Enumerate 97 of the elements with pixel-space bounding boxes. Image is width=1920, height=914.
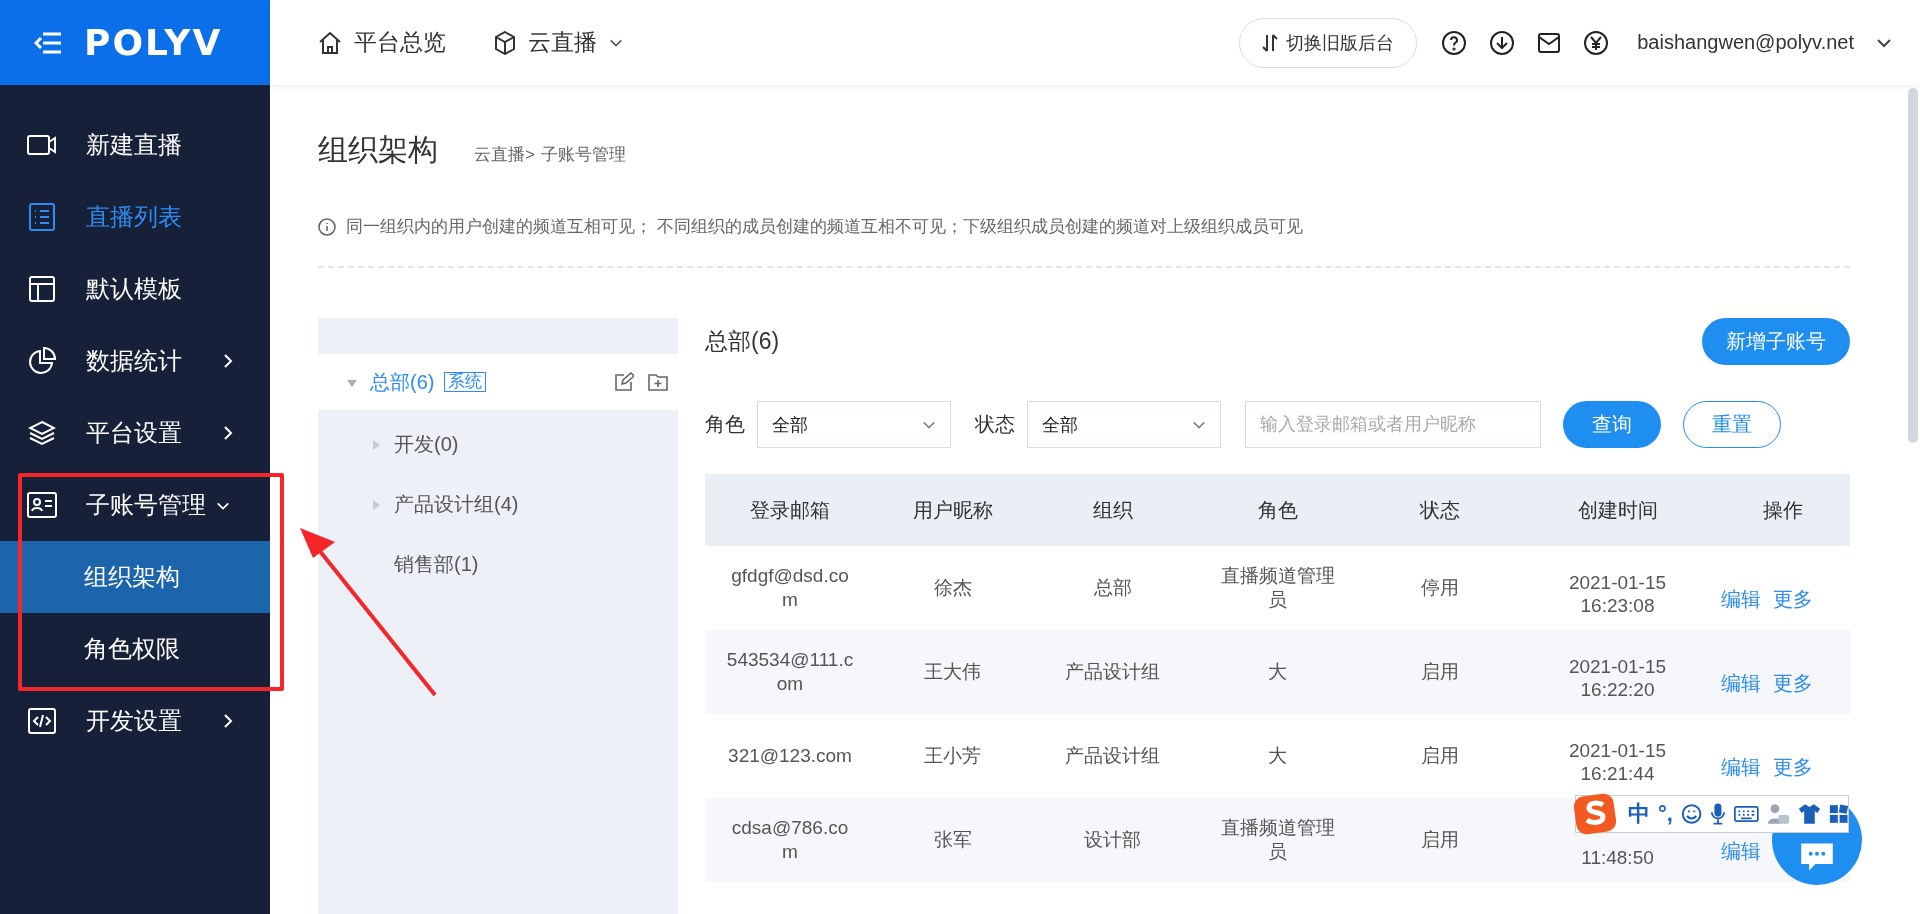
code-icon [28, 708, 56, 734]
action-link[interactable]: 编辑 [1721, 756, 1761, 778]
menu-icon[interactable] [34, 30, 62, 55]
column-header: 登录邮箱 [705, 474, 875, 546]
table-cell: 大 [1268, 745, 1287, 767]
table-cell: 徐杰 [933, 577, 972, 599]
action-link[interactable]: 编辑 [1721, 672, 1761, 694]
column-header: 组织 [1030, 474, 1195, 546]
punctuation-toggle[interactable]: °, [1658, 801, 1673, 827]
sidebar-subitem[interactable]: 角色权限 [0, 613, 270, 685]
ime-logo-icon[interactable] [1572, 792, 1618, 836]
cube-icon[interactable] [494, 30, 516, 55]
search-field[interactable]: 输入登录邮箱或者用户昵称 [1245, 401, 1541, 448]
nav-link[interactable]: 云直播 [488, 26, 629, 59]
table-cell: 直播频道管理员 [1220, 565, 1335, 610]
panel-title: 总部(6) [705, 327, 780, 356]
table-cell: gfdgf@dsd.com [731, 565, 849, 610]
table-cell: 543534@111.com [726, 649, 854, 694]
action-link[interactable]: 编辑 [1721, 588, 1761, 610]
swap-icon [1262, 33, 1279, 52]
pie-chart-icon [28, 347, 56, 375]
table-cell: 王大伟 [924, 661, 981, 683]
breadcrumb-item[interactable]: 子账号管理 [540, 143, 626, 166]
sidebar-item[interactable]: 新建直播 [0, 109, 270, 181]
microphone-icon[interactable] [1710, 801, 1726, 827]
action-link[interactable]: 更多 [1773, 588, 1813, 610]
column-header: 角色 [1195, 474, 1360, 546]
layout-icon [29, 276, 55, 302]
action-link[interactable]: 更多 [1773, 672, 1813, 694]
table-cell: 2021-01-15 16:23:08 [1568, 571, 1667, 617]
table-cell: 启用 [1421, 829, 1459, 851]
input-mode-toggle[interactable]: 中 [1628, 799, 1650, 829]
download-icon[interactable] [1489, 29, 1516, 56]
logo: POLYV [84, 22, 223, 63]
table-cell: 11:48:50 [1581, 847, 1654, 869]
nav-link[interactable]: 平台总览 [312, 26, 452, 59]
dropdown-select[interactable]: 全部 [1027, 401, 1221, 448]
filter-label: 状态 [975, 412, 1015, 437]
table-cell: 启用 [1421, 745, 1459, 767]
table-cell: 王小芳 [924, 745, 981, 767]
sidebar-item[interactable]: 平台设置 [0, 397, 270, 469]
tree-node[interactable]: 销售部(1) [318, 534, 678, 594]
shirt-icon[interactable] [1797, 802, 1821, 826]
column-header: 创建时间 [1520, 474, 1715, 546]
video-camera-icon [27, 134, 57, 156]
system-tag: 系统 [444, 372, 487, 392]
tree-node[interactable]: 总部(6) 系统 [318, 354, 678, 410]
breadcrumb-item[interactable]: 云直播> [474, 143, 535, 166]
grid-icon[interactable] [1828, 803, 1848, 825]
table-cell: 张军 [933, 829, 972, 851]
sidebar-item[interactable]: 默认模板 [0, 253, 270, 325]
smiley-icon[interactable] [1680, 802, 1703, 826]
column-header: 操作 [1715, 474, 1850, 546]
table-cell: 设计部 [1084, 829, 1141, 851]
table-cell: 启用 [1421, 661, 1459, 683]
sidebar-subitem[interactable]: 组织架构 [0, 541, 270, 613]
sidebar-item[interactable]: 数据统计 [0, 325, 270, 397]
tree-node[interactable]: 产品设计组(4) [318, 474, 678, 534]
layers-icon [28, 419, 56, 447]
table-cell: cdsa@786.com [731, 817, 849, 862]
notice-text: 同一组织内的用户创建的频道互相可见； 不同组织的成员创建的频道互相不可见；下级组织成员创建的频道对上级组织成员可见 [346, 216, 1303, 238]
table-cell: 产品设计组 [1065, 745, 1160, 767]
query-button[interactable]: 查询 [1563, 401, 1661, 448]
keyboard-icon[interactable] [1734, 804, 1759, 824]
tree-node[interactable]: 开发(0) [318, 414, 678, 474]
home-icon[interactable] [318, 30, 342, 55]
add-subaccount-button[interactable]: 新增子账号 [1702, 318, 1850, 365]
table-cell: 2021-01-15 16:21:44 [1568, 739, 1667, 785]
reset-button[interactable]: 重置 [1683, 401, 1781, 448]
column-header: 用户昵称 [875, 474, 1030, 546]
action-link[interactable]: 更多 [1773, 756, 1813, 778]
add-folder-icon[interactable] [648, 372, 668, 392]
table-cell: 产品设计组 [1065, 661, 1160, 683]
dropdown-select[interactable]: 全部 [757, 401, 951, 448]
id-card-icon [27, 492, 57, 518]
info-icon [318, 217, 336, 236]
account-menu[interactable]: baishangwen@polyv.net [1631, 30, 1860, 55]
filter-label: 角色 [705, 412, 745, 437]
switch-version-button[interactable]: 切换旧版后台 [1239, 17, 1418, 68]
sidebar-item[interactable]: 直播列表 [0, 181, 270, 253]
table-cell: 2021-01-15 16:22:20 [1568, 655, 1667, 701]
table-cell: 总部 [1093, 577, 1132, 599]
chat-icon[interactable] [1799, 842, 1835, 872]
table-cell: 大 [1268, 661, 1287, 683]
list-icon [29, 203, 55, 231]
table-cell: 停用 [1421, 577, 1459, 599]
action-link[interactable]: 编辑 [1721, 840, 1761, 862]
edit-icon[interactable] [614, 372, 634, 392]
column-header: 状态 [1360, 474, 1520, 546]
yen-icon[interactable] [1583, 29, 1610, 56]
table-cell: 直播频道管理员 [1220, 817, 1335, 862]
page-title: 组织架构 [318, 132, 438, 168]
sidebar-item[interactable]: 开发设置 [0, 685, 270, 757]
sidebar-item[interactable]: 子账号管理 [0, 469, 270, 541]
help-icon[interactable] [1441, 29, 1468, 56]
mail-icon[interactable] [1537, 31, 1562, 54]
table-cell: 321@123.com [728, 745, 852, 767]
